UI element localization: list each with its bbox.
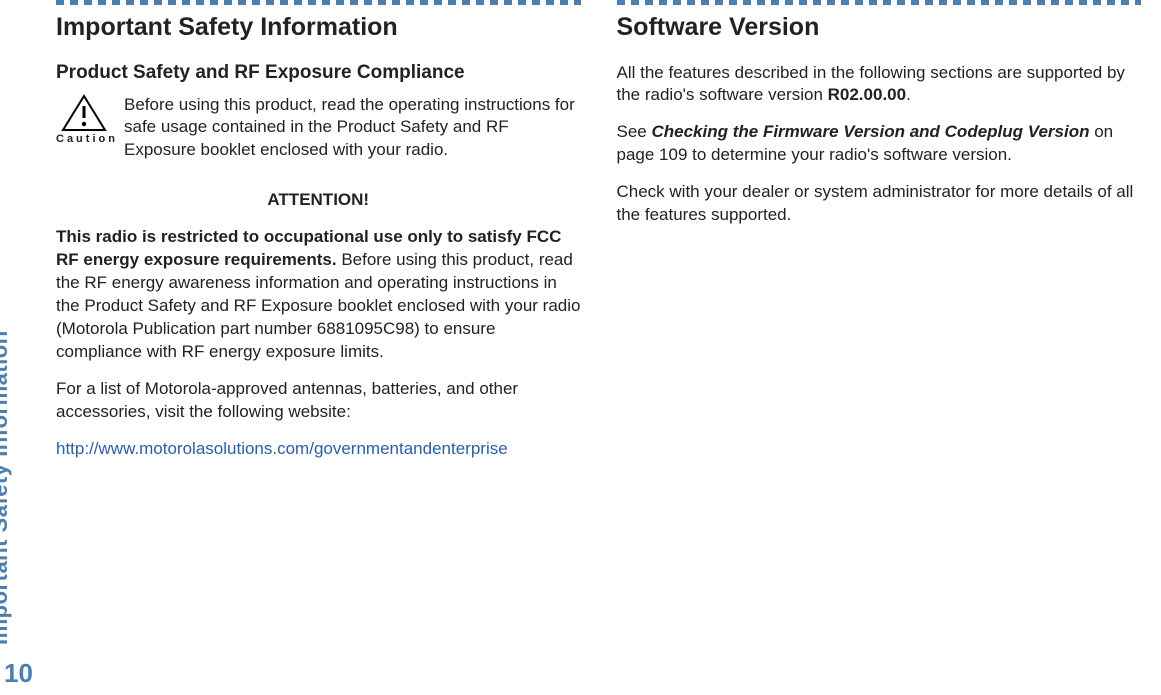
- accessories-paragraph: For a list of Motorola-approved antennas…: [56, 378, 581, 424]
- software-version-heading: Software Version: [617, 11, 1142, 44]
- left-column: Important Safety Information Product Saf…: [56, 0, 581, 481]
- sw-para1b: .: [906, 85, 911, 104]
- sw-para2a: See: [617, 122, 652, 141]
- caution-label: Caution: [56, 133, 112, 145]
- page-content: Important Safety Information Product Saf…: [56, 0, 1141, 685]
- attention-heading: ATTENTION!: [56, 190, 581, 210]
- page-number: 10: [4, 658, 33, 689]
- sidebar-section-title: Important Safety Information: [0, 330, 13, 645]
- section-divider: [617, 0, 1142, 5]
- sw-para3: Check with your dealer or system adminis…: [617, 181, 1142, 227]
- sw-para2: See Checking the Firmware Version and Co…: [617, 121, 1142, 167]
- sw-para1: All the features described in the follow…: [617, 62, 1142, 108]
- caution-text: Before using this product, read the oper…: [124, 94, 581, 163]
- website-link[interactable]: http://www.motorolasolutions.com/governm…: [56, 438, 581, 461]
- right-column: Software Version All the features descri…: [617, 0, 1142, 481]
- sw-version: R02.00.00: [828, 85, 906, 104]
- safety-heading: Important Safety Information: [56, 11, 581, 44]
- attention-paragraph: This radio is restricted to occupational…: [56, 226, 581, 364]
- sidebar: Important Safety Information 10: [0, 0, 44, 695]
- sw-ref-title: Checking the Firmware Version and Codepl…: [651, 122, 1089, 141]
- caution-block: Caution Before using this product, read …: [56, 94, 581, 163]
- safety-subheading: Product Safety and RF Exposure Complianc…: [56, 62, 581, 84]
- caution-icon: Caution: [56, 94, 112, 145]
- section-divider: [56, 0, 581, 5]
